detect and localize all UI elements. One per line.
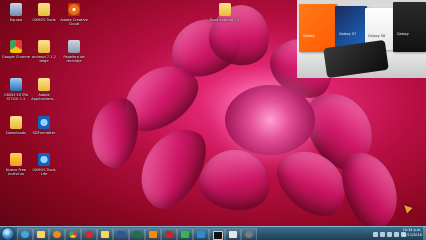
desktop-icon-label: Equipo xyxy=(9,18,23,22)
flag-icon[interactable] xyxy=(394,231,399,237)
desktop-icon-label: Google Chrome xyxy=(2,55,30,59)
desktop-icon-downloads[interactable]: Downloads xyxy=(1,116,31,135)
folder-icon xyxy=(38,3,50,16)
desktop-icon-label: Adobe Creative Cloud xyxy=(60,18,88,27)
clock-date: 21/11/2016 xyxy=(402,233,422,237)
desktop-icon-label: Adobe Applications... xyxy=(31,93,57,102)
box-text: Galaxy xyxy=(397,32,409,36)
desktop-icon-android-telge[interactable]: android 7.1.2 telge xyxy=(29,40,59,63)
desktop-icon-oxmos-tools[interactable]: OXMOS Tools xyxy=(29,3,59,22)
desktop-icon-label: Downloads xyxy=(6,131,26,135)
antivirus-icon xyxy=(10,153,22,166)
taskbar-app-chrome[interactable] xyxy=(65,228,81,240)
computer-icon xyxy=(10,3,22,16)
taskbar-app-folder[interactable] xyxy=(97,228,113,240)
chrome-icon xyxy=(10,40,22,53)
taskbar-app-media-player[interactable] xyxy=(49,228,65,240)
desktop-icon-papelera[interactable]: Papelera de reciclaje xyxy=(59,40,89,63)
desktop-icon-antivirus[interactable]: Nuevo Free Antivirus xyxy=(1,153,31,176)
product-box-orange: Galaxy xyxy=(299,4,337,52)
desktop-icon-label: OXMOS Tools xyxy=(32,18,56,22)
excel-icon xyxy=(133,231,141,238)
desktop-icon-label: Nuevo Free Antivirus xyxy=(5,168,27,177)
product-photo: Galaxy Galaxy S7 Galaxy S6 Galaxy xyxy=(297,0,426,78)
sdformatter-icon xyxy=(38,116,50,129)
desktop-icon-creative-cloud[interactable]: Adobe Creative Cloud xyxy=(59,3,89,26)
desktop-icon-google-chrome[interactable]: Google Chrome xyxy=(1,40,31,59)
vlc-icon xyxy=(149,231,157,238)
tools-lite-icon xyxy=(38,153,50,166)
taskbar-app-excel[interactable] xyxy=(129,228,145,240)
taskbar-app-camera[interactable] xyxy=(241,228,257,240)
folder-icon xyxy=(38,40,50,53)
desktop-icon-label: android 7.1.2 telge xyxy=(32,55,56,64)
taskbar: 10:34 p.m. 21/11/2016 xyxy=(0,226,426,240)
paint-icon xyxy=(229,231,237,238)
taskbar-app-explorer[interactable] xyxy=(33,228,49,240)
explorer-icon xyxy=(37,231,45,238)
desktop-wallpaper[interactable]: Equipo Google Chrome ODIN3 EXTRA STOCK 1… xyxy=(0,0,426,240)
taskbar-app-vlc[interactable] xyxy=(145,228,161,240)
folder-icon xyxy=(101,231,109,238)
volume-icon[interactable] xyxy=(387,231,392,237)
product-box-dark: Galaxy xyxy=(393,2,426,52)
desktop-icon-label: OXMOS Tools Lite xyxy=(32,168,56,177)
trash-icon xyxy=(68,40,80,53)
mouse-cursor-icon xyxy=(401,202,413,214)
flower-center xyxy=(225,85,315,155)
chrome-icon xyxy=(69,231,77,238)
folder-icon xyxy=(219,3,231,16)
box-text: Galaxy S6 xyxy=(368,34,386,38)
desktop-icon-equipo[interactable]: Equipo xyxy=(1,3,31,22)
camera-icon xyxy=(245,231,253,238)
desktop-icon-root-android[interactable]: Root android 7.1 xyxy=(210,3,240,22)
taskbar-app-cmd[interactable] xyxy=(209,228,225,240)
desktop-icon-label: Papelera de reciclaje xyxy=(63,55,85,64)
taskbar-app-windows-media[interactable] xyxy=(193,228,209,240)
green-app-icon xyxy=(181,231,189,238)
box-text: Galaxy S7 xyxy=(339,32,357,36)
desktop-icon-label: ODIN3 EXTRA STOCK 1.2 xyxy=(3,93,29,102)
taskbar-clock[interactable]: 10:34 p.m. 21/11/2016 xyxy=(402,228,422,238)
desktop-icon-label: SDFormatter xyxy=(32,131,56,135)
taskbar-app-opera[interactable] xyxy=(81,228,97,240)
media-player-icon xyxy=(53,231,61,238)
folder-icon xyxy=(10,116,22,129)
uninstall-icon xyxy=(165,231,173,238)
desktop-icon-odin3[interactable]: ODIN3 EXTRA STOCK 1.2 xyxy=(1,78,31,101)
odin-icon xyxy=(10,78,22,91)
taskbar-app-uninstall[interactable] xyxy=(161,228,177,240)
cmd-icon xyxy=(213,231,223,240)
folder-icon xyxy=(38,78,50,91)
taskbar-app-ie[interactable] xyxy=(17,228,33,240)
ie-icon xyxy=(21,231,29,238)
desktop-icon-sdformatter[interactable]: SDFormatter xyxy=(29,116,59,135)
opera-icon xyxy=(85,231,93,238)
box-text: Galaxy xyxy=(303,34,315,38)
network-icon[interactable] xyxy=(380,231,385,237)
taskbar-app-green[interactable] xyxy=(177,228,193,240)
creative-cloud-icon xyxy=(68,3,80,16)
start-button[interactable] xyxy=(2,228,14,240)
desktop-icon-oxmos-tools-lite[interactable]: OXMOS Tools Lite xyxy=(29,153,59,176)
flower-petal xyxy=(195,144,275,216)
taskbar-app-paint[interactable] xyxy=(225,228,241,240)
desktop-icon-label: Root android 7.1 xyxy=(210,18,240,22)
windows-media-icon xyxy=(197,231,205,238)
desktop-icon-adobe-applications[interactable]: Adobe Applications... xyxy=(29,78,59,101)
taskbar-app-word[interactable] xyxy=(113,228,129,240)
word-icon xyxy=(117,231,125,238)
up-arrow-icon[interactable] xyxy=(373,231,378,237)
